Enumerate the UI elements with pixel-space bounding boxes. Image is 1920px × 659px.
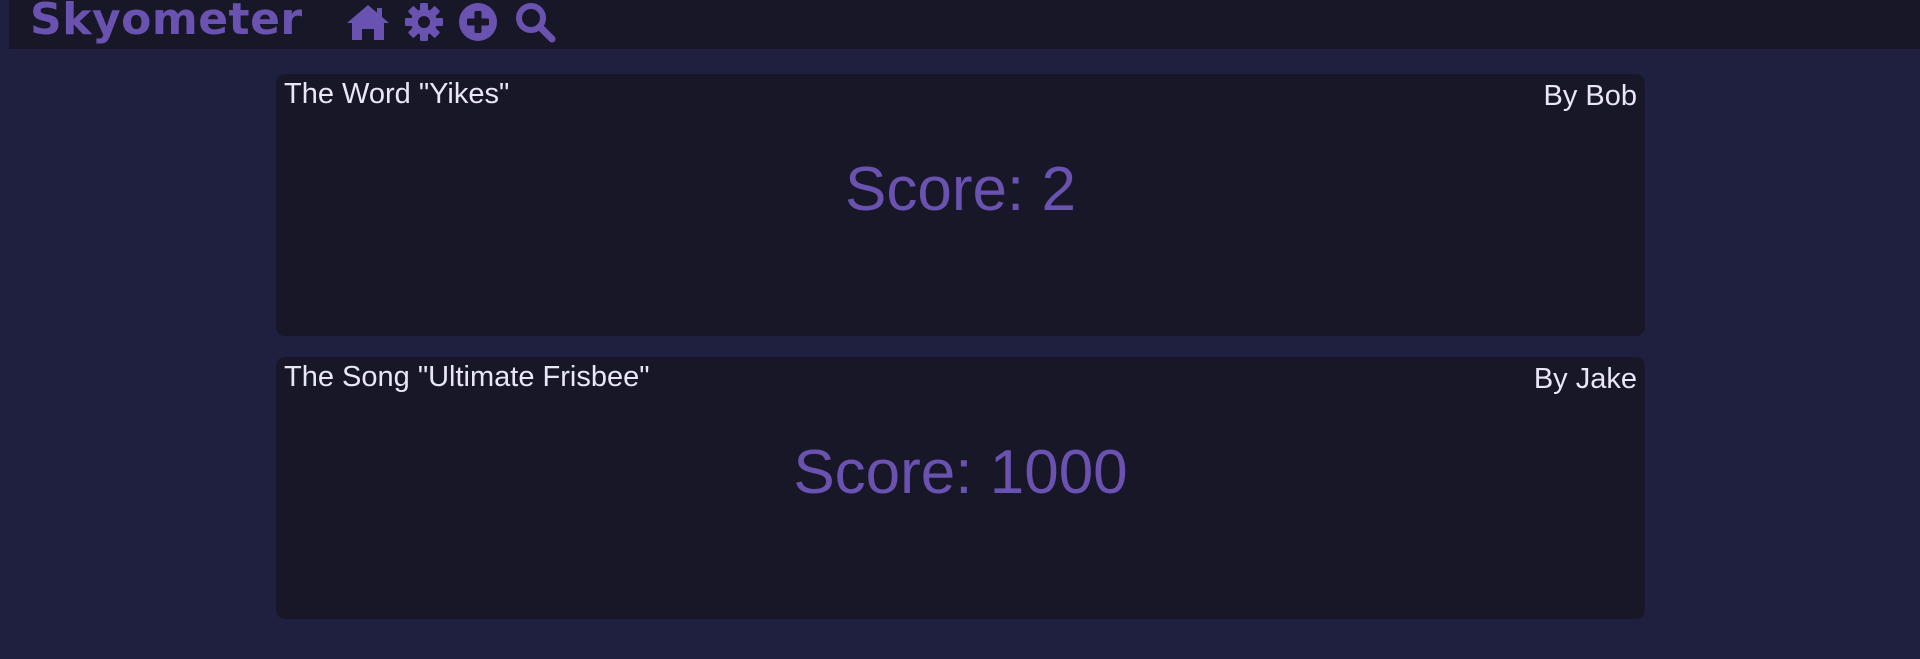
post-card[interactable]: The Word "Yikes" By Bob Score: 2	[276, 74, 1645, 336]
brand-logo[interactable]: Skyometer	[30, 0, 303, 46]
post-score: Score: 2	[845, 155, 1076, 224]
home-icon[interactable]	[342, 0, 394, 44]
post-author[interactable]: By Jake	[1534, 363, 1637, 396]
plus-circle-icon[interactable]	[456, 0, 500, 44]
post-author[interactable]: By Bob	[1544, 80, 1638, 113]
top-bar: Skyometer	[9, 0, 1920, 49]
post-score: Score: 1000	[793, 438, 1128, 507]
post-card[interactable]: The Song "Ultimate Frisbee" By Jake Scor…	[276, 357, 1645, 619]
post-title[interactable]: The Word "Yikes"	[284, 78, 509, 111]
post-title[interactable]: The Song "Ultimate Frisbee"	[284, 361, 650, 394]
gear-icon[interactable]	[400, 0, 448, 44]
nav-icons	[342, 0, 568, 44]
search-icon[interactable]	[511, 0, 559, 44]
